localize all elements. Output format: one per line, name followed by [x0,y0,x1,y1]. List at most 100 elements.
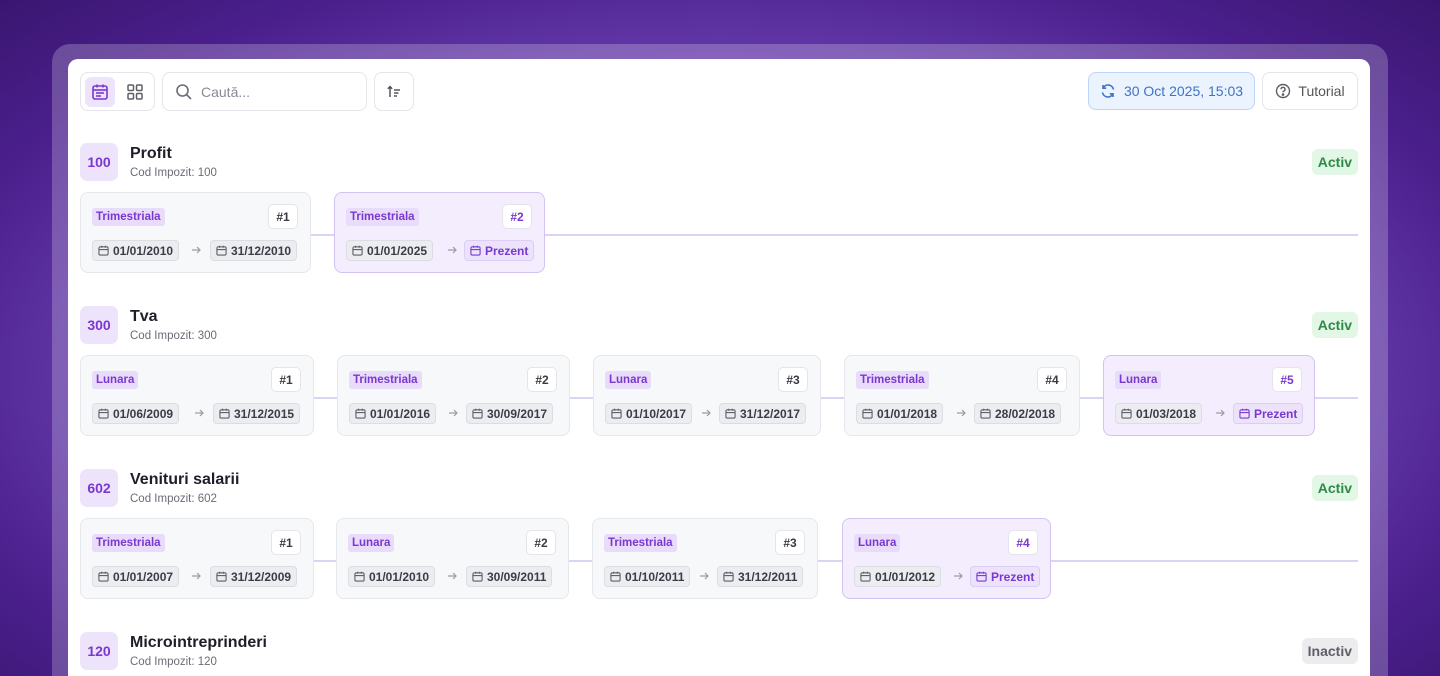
period-card[interactable]: Lunara #2 01/01/2010 30/09/2011 [336,518,569,599]
tax-code-badge: 602 [80,469,118,507]
tax-section-profit: 100 Profit Cod Impozit: 100 Activ Trimes… [80,143,1358,278]
period-card[interactable]: Trimestriala #1 01/01/2007 31/12/2009 [80,518,314,599]
calendar-view-button[interactable] [85,77,115,107]
calendar-small-icon [976,571,987,582]
period-number: #2 [502,204,532,229]
start-date: 01/10/2011 [604,566,691,587]
arrow-right-icon [954,406,968,420]
refresh-icon [1101,84,1115,98]
calendar-small-icon [98,245,109,256]
start-date: 01/01/2010 [92,240,180,261]
date-text: Prezent [1254,406,1298,421]
date-text: 01/03/2018 [1136,406,1197,421]
timeline: Trimestriala #1 01/01/2007 31/12/2009 Lu… [80,518,1358,600]
calendar-small-icon [610,571,621,582]
arrow-right-icon [1213,406,1227,420]
period-number: #1 [268,204,298,229]
period-card[interactable]: Trimestriala #2 01/01/2016 30/09/2017 [337,355,570,436]
status-badge: Activ [1311,149,1358,175]
frequency-tag: Lunara [92,371,139,389]
calendar-small-icon [725,408,736,419]
period-card-current[interactable]: Trimestriala #2 01/01/2025 Prezent [334,192,545,273]
calendar-small-icon [723,571,734,582]
main-panel: 30 Oct 2025, 15:03 Tutorial 100 Profit C… [68,59,1370,676]
date-text: 01/01/2025 [367,243,428,258]
section-subtitle: Cod Impozit: 100 [130,167,217,179]
start-date: 01/01/2025 [346,240,434,261]
start-date: 01/01/2018 [856,403,944,424]
frequency-tag: Lunara [605,371,652,389]
period-card[interactable]: Trimestriala #1 01/01/2010 31/12/2010 [80,192,311,273]
status-badge: Inactiv [1301,638,1358,664]
date-text: 31/12/2010 [231,243,292,258]
tax-section-microintreprinderi: 120 Microintreprinderi Cod Impozit: 120 … [80,632,1358,676]
arrow-right-icon [699,406,713,420]
end-date-present: Prezent [464,240,535,261]
view-toggle [80,72,155,111]
tax-code-badge: 100 [80,143,118,181]
date-text: 31/12/2017 [740,406,801,421]
arrow-right-icon [189,243,203,257]
calendar-small-icon [98,408,109,419]
calendar-small-icon [352,245,363,256]
end-date: 31/12/2015 [213,403,301,424]
calendar-small-icon [1121,408,1132,419]
section-subtitle: Cod Impozit: 120 [130,656,217,668]
tutorial-button[interactable]: Tutorial [1262,72,1358,110]
end-date: 30/09/2011 [466,566,553,587]
calendar-small-icon [862,408,873,419]
sort-icon [387,84,400,97]
arrow-right-icon [445,569,459,583]
arrow-right-icon [697,569,711,583]
arrow-right-icon [951,569,965,583]
date-text: 31/12/2011 [738,569,798,584]
section-subtitle: Cod Impozit: 602 [130,493,217,505]
calendar-small-icon [472,571,483,582]
period-card[interactable]: Lunara #3 01/10/2017 31/12/2017 [593,355,821,436]
period-card-current[interactable]: Lunara #5 01/03/2018 Prezent [1103,355,1315,436]
period-number: #2 [526,530,556,555]
period-card[interactable]: Lunara #1 01/06/2009 31/12/2015 [80,355,314,436]
period-number: #4 [1037,367,1067,392]
frequency-tag: Lunara [1115,371,1162,389]
tax-section-venituri-salarii: 602 Venituri salarii Cod Impozit: 602 Ac… [80,469,1358,604]
frequency-tag: Lunara [854,534,901,552]
period-card[interactable]: Trimestriala #3 01/10/2011 31/12/2011 [592,518,818,599]
search-input[interactable] [201,79,361,105]
date-text: 30/09/2017 [487,406,548,421]
period-card-current[interactable]: Lunara #4 01/01/2012 Prezent [842,518,1051,599]
help-circle-icon [1276,83,1291,99]
section-title: Venituri salarii [130,471,240,488]
period-number: #3 [778,367,808,392]
status-badge: Activ [1311,475,1358,501]
start-date: 01/01/2007 [92,566,180,587]
search-box [162,72,367,111]
calendar-small-icon [216,245,227,256]
start-date: 01/03/2018 [1115,403,1203,424]
date-text: 01/01/2010 [369,569,430,584]
calendar-small-icon [354,571,365,582]
start-date: 01/01/2010 [348,566,436,587]
end-date: 28/02/2018 [974,403,1062,424]
date-text: Prezent [485,243,529,258]
grid-view-button[interactable] [120,77,150,107]
section-title: Profit [130,145,172,162]
refresh-label: 30 Oct 2025, 15:03 [1123,83,1244,99]
sort-button[interactable] [374,72,414,111]
tax-code-badge: 300 [80,306,118,344]
date-text: 01/06/2009 [113,406,174,421]
tax-section-tva: 300 Tva Cod Impozit: 300 Activ Lunara #1… [80,306,1358,441]
period-card[interactable]: Trimestriala #4 01/01/2018 28/02/2018 [844,355,1080,436]
calendar-small-icon [216,571,227,582]
frequency-tag: Trimestriala [856,371,929,389]
refresh-button[interactable]: 30 Oct 2025, 15:03 [1088,72,1255,110]
date-text: 01/01/2018 [877,406,938,421]
timeline: Lunara #1 01/06/2009 31/12/2015 Trimestr… [80,355,1358,437]
period-number: #4 [1008,530,1038,555]
arrow-right-icon [189,569,203,583]
calendar-small-icon [470,245,481,256]
date-text: Prezent [991,569,1035,584]
status-badge: Activ [1311,312,1358,338]
end-date-present: Prezent [1233,403,1304,424]
frequency-tag: Trimestriala [604,534,677,552]
